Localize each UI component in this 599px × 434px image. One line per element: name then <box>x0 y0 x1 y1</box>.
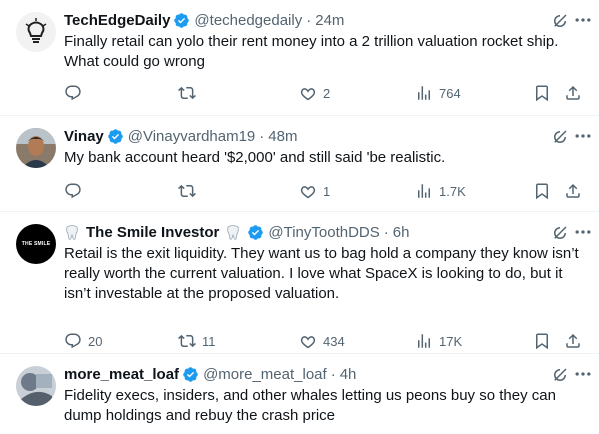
like-button[interactable]: 1 <box>299 182 330 200</box>
views-icon <box>418 86 430 100</box>
more-options-icon[interactable] <box>573 222 593 242</box>
timestamp[interactable]: 6h <box>393 224 410 241</box>
separator: · <box>383 223 389 241</box>
more-options-icon[interactable] <box>573 364 593 384</box>
user-handle[interactable]: @TinyToothDDS <box>268 224 379 241</box>
tooth-emoji-icon <box>66 225 78 240</box>
bookmark-icon <box>536 183 548 200</box>
like-button[interactable]: 434 <box>299 332 345 350</box>
share-icon <box>566 183 580 198</box>
timestamp[interactable]: 4h <box>340 366 357 383</box>
reply-icon <box>65 183 81 199</box>
like-count: 1 <box>323 183 331 199</box>
tweet-text: Finally retail can yolo their rent money… <box>64 33 559 70</box>
views-count: 17K <box>439 333 463 349</box>
reply-button[interactable] <box>64 84 88 102</box>
like-button[interactable]: 2 <box>299 84 330 102</box>
views-count: 1.7K <box>439 183 466 199</box>
bookmark-icon <box>536 333 548 350</box>
reply-button[interactable]: 20 <box>64 332 102 350</box>
retweet-icon <box>178 184 196 198</box>
retweet-icon <box>178 334 196 348</box>
action-bar: 1 1.7K <box>64 182 584 202</box>
display-name[interactable]: TechEdgeDaily <box>64 12 170 29</box>
tweet[interactable]: Vinay @Vinayvardham19 · 48m My bank acco… <box>0 116 599 211</box>
user-handle[interactable]: @Vinayvardham19 <box>128 128 256 145</box>
verified-badge-icon <box>107 128 123 144</box>
heart-icon <box>300 336 316 349</box>
grok-icon[interactable] <box>551 128 569 146</box>
bookmark-icon <box>536 85 548 102</box>
share-button[interactable] <box>564 84 582 102</box>
share-icon <box>566 85 580 100</box>
display-name[interactable]: more_meat_loaf <box>64 366 179 383</box>
separator: · <box>330 365 336 383</box>
action-bar: 2 764 <box>64 84 584 104</box>
more-options-icon[interactable] <box>573 10 593 30</box>
timestamp[interactable]: 24m <box>315 12 344 29</box>
retweet-button[interactable]: 11 <box>178 332 216 350</box>
reply-icon <box>65 85 81 101</box>
bookmark-button[interactable] <box>533 332 551 350</box>
reply-button[interactable] <box>64 182 88 200</box>
tweet-feed: TechEdgeDaily @techedgedaily · 24m Final… <box>0 0 599 434</box>
heart-icon <box>300 186 316 199</box>
tweet-text: My bank account heard '$2,000' and still… <box>64 149 446 166</box>
tweet-text: Retail is the exit liquidity. They want … <box>64 245 579 302</box>
views-count: 764 <box>439 85 461 101</box>
reply-count: 20 <box>88 333 103 349</box>
views-icon <box>418 334 430 348</box>
avatar[interactable] <box>16 12 56 52</box>
user-handle[interactable]: @more_meat_loaf <box>203 366 327 383</box>
display-name[interactable]: Vinay <box>64 128 104 145</box>
avatar[interactable] <box>16 366 56 406</box>
tweet[interactable]: more_meat_loaf @more_meat_loaf · 4h Fide… <box>0 354 599 434</box>
heart-icon <box>300 88 316 101</box>
bookmark-button[interactable] <box>533 182 551 200</box>
bookmark-button[interactable] <box>533 84 551 102</box>
grok-icon[interactable] <box>551 366 569 384</box>
verified-badge-icon <box>174 12 190 28</box>
share-icon <box>566 333 580 348</box>
views-button[interactable]: 17K <box>415 332 462 350</box>
tooth-emoji-icon <box>227 225 240 240</box>
retweet-button[interactable] <box>178 182 202 200</box>
avatar-logo-text: THE SMILE <box>21 241 51 247</box>
share-button[interactable] <box>564 182 582 200</box>
grok-icon[interactable] <box>551 12 569 30</box>
verified-badge-icon <box>183 366 198 382</box>
more-options-icon[interactable] <box>573 126 593 146</box>
retweet-button[interactable] <box>178 84 202 102</box>
grok-icon[interactable] <box>551 224 569 242</box>
like-count: 2 <box>323 85 331 101</box>
share-button[interactable] <box>564 332 582 350</box>
retweet-icon <box>178 86 196 100</box>
views-icon <box>418 184 430 198</box>
views-button[interactable]: 1.7K <box>415 182 466 200</box>
retweet-count: 11 <box>202 333 216 349</box>
avatar[interactable]: THE SMILE <box>16 224 56 264</box>
timestamp[interactable]: 48m <box>268 128 297 145</box>
like-count: 434 <box>323 333 345 349</box>
action-bar: 20 11 434 17K <box>64 332 584 352</box>
views-button[interactable]: 764 <box>415 84 461 102</box>
user-handle[interactable]: @techedgedaily <box>194 12 302 29</box>
avatar[interactable] <box>16 128 56 168</box>
display-name[interactable]: The Smile Investor <box>86 224 219 241</box>
tweet[interactable]: THE SMILE The Smile Investor @TinyToothD… <box>0 212 599 353</box>
tweet-text: Fidelity execs, insiders, and other whal… <box>64 387 556 424</box>
tweet[interactable]: TechEdgeDaily @techedgedaily · 24m Final… <box>0 0 599 115</box>
reply-icon <box>65 333 81 349</box>
verified-badge-icon <box>248 224 264 240</box>
separator: · <box>306 11 312 29</box>
separator: · <box>259 127 265 145</box>
